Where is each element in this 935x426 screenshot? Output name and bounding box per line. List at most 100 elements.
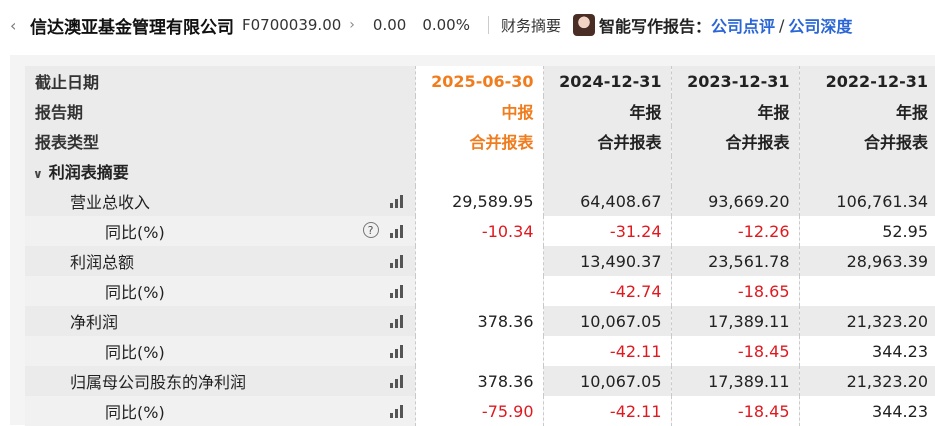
row-label: 同比(%) [105,403,165,422]
header-label: 报表类型 [25,126,416,156]
header-period: 年报 [671,96,800,126]
financial-summary-menu[interactable]: 财务摘要 [501,15,561,36]
table-cell: 23,561.78 [671,246,800,276]
header-type: 合并报表 [671,126,800,156]
company-name: 信达澳亚基金管理有限公司 [30,17,234,38]
table-cell: -18.45 [671,396,800,426]
table-row: 归属母公司股东的净利润 378.36 10,067.05 17,389.11 2… [25,366,935,396]
table-cell: -10.34 [415,216,544,246]
table-cell: -42.74 [543,276,672,306]
header-date[interactable]: 2025-06-30 [415,66,544,96]
row-label: 利润总额 [70,253,135,272]
table-cell: 21,323.20 [799,306,935,336]
table-cell: -75.90 [415,396,544,426]
header-period: 中报 [415,96,544,126]
row-label-cell: 同比(%) [25,276,416,306]
table-cell: 106,761.34 [799,186,935,216]
bar-chart-icon[interactable] [389,345,405,358]
table-cell: -18.65 [671,276,800,306]
table-cell: -12.26 [671,216,800,246]
table-cell: 21,323.20 [799,366,935,396]
header-date[interactable]: 2023-12-31 [671,66,800,96]
bar-chart-icon[interactable] [389,225,405,238]
bar-chart-icon[interactable] [389,375,405,388]
link-separator: / [779,15,785,35]
bar-chart-icon[interactable] [389,195,405,208]
help-icon[interactable]: ? [362,222,379,238]
table-cell [415,336,544,366]
row-label-cell: 同比(%) [25,396,416,426]
section-row[interactable]: ∨ 利润表摘要 [25,156,935,186]
header-period: 年报 [543,96,672,126]
table-cell [799,276,935,306]
chevron-right-icon[interactable]: › [349,17,355,33]
top-bar: ‹ 信达澳亚基金管理有限公司 F0700039.00 › 0.00 0.00% … [0,0,935,50]
header-date[interactable]: 2022-12-31 [799,66,935,96]
header-row-type: 报表类型 合并报表 合并报表 合并报表 合并报表 [25,126,935,156]
table-cell: -31.24 [543,216,672,246]
change-percent: 0.00% [422,16,470,34]
financial-table-panel: 截止日期 2025-06-30 2024-12-31 2023-12-31 20… [10,55,935,426]
table-cell: 17,389.11 [671,306,800,336]
header-label: 报告期 [25,96,416,126]
section-title: 利润表摘要 [48,163,129,182]
empty-cell [415,156,544,186]
table-cell: 344.23 [799,396,935,426]
empty-cell [543,156,672,186]
bar-chart-icon[interactable] [389,255,405,268]
header-type: 合并报表 [799,126,935,156]
company-review-link[interactable]: 公司点评 [711,13,775,37]
divider [487,16,489,34]
table-row: 利润总额 13,490.37 23,561.78 28,963.39 [25,246,935,276]
table-cell: 64,408.67 [543,186,672,216]
row-label: 净利润 [70,313,119,332]
fund-code: F0700039.00 [242,16,342,34]
row-label-cell: 利润总额 [25,246,416,276]
table-row: 同比(%) -42.11 -18.45 344.23 [25,336,935,366]
section-header[interactable]: ∨ 利润表摘要 [25,156,416,186]
table-cell: 29,589.95 [415,186,544,216]
ai-report-label: 智能写作报告： [598,17,711,36]
avatar [572,14,595,36]
header-label: 截止日期 [25,66,416,96]
table-cell: -42.11 [543,396,672,426]
table-cell: 10,067.05 [543,366,672,396]
empty-cell [799,156,935,186]
table-row: 同比(%) ? -10.34 -31.24 -12.26 52.95 [25,216,935,246]
table-cell: -42.11 [543,336,672,366]
table-row: 营业总收入 29,589.95 64,408.67 93,669.20 106,… [25,186,935,216]
header-type: 合并报表 [543,126,672,156]
table-cell: 378.36 [415,306,544,336]
row-label-cell: 归属母公司股东的净利润 [25,366,416,396]
row-label-cell: 营业总收入 [25,186,416,216]
bar-chart-icon[interactable] [389,315,405,328]
chevron-down-icon[interactable]: ∨ [33,167,43,181]
header-period: 年报 [799,96,935,126]
table-cell: 344.23 [799,336,935,366]
price-value: 0.00 [372,16,407,34]
row-label: 归属母公司股东的净利润 [70,373,247,392]
row-label-cell: 同比(%) ? [25,216,416,246]
row-label: 同比(%) [105,343,165,362]
table-cell: -18.45 [671,336,800,366]
table-cell [415,276,544,306]
table-cell: 17,389.11 [671,366,800,396]
row-label-cell: 同比(%) [25,336,416,366]
bar-chart-icon[interactable] [389,405,405,418]
table-cell [415,246,544,276]
table-cell: 10,067.05 [543,306,672,336]
chevron-left-icon[interactable]: ‹ [10,16,20,35]
row-label: 营业总收入 [70,193,151,212]
table-cell: 52.95 [799,216,935,246]
row-label-cell: 净利润 [25,306,416,336]
empty-cell [671,156,800,186]
company-depth-link[interactable]: 公司深度 [788,13,852,37]
row-label: 同比(%) [105,223,165,242]
header-date[interactable]: 2024-12-31 [543,66,672,96]
financial-summary-table: 截止日期 2025-06-30 2024-12-31 2023-12-31 20… [25,66,935,426]
bar-chart-icon[interactable] [389,285,405,298]
header-type: 合并报表 [415,126,544,156]
table-row: 同比(%) -75.90 -42.11 -18.45 344.23 [25,396,935,426]
header-row-period: 报告期 中报 年报 年报 年报 [25,96,935,126]
table-cell: 93,669.20 [671,186,800,216]
